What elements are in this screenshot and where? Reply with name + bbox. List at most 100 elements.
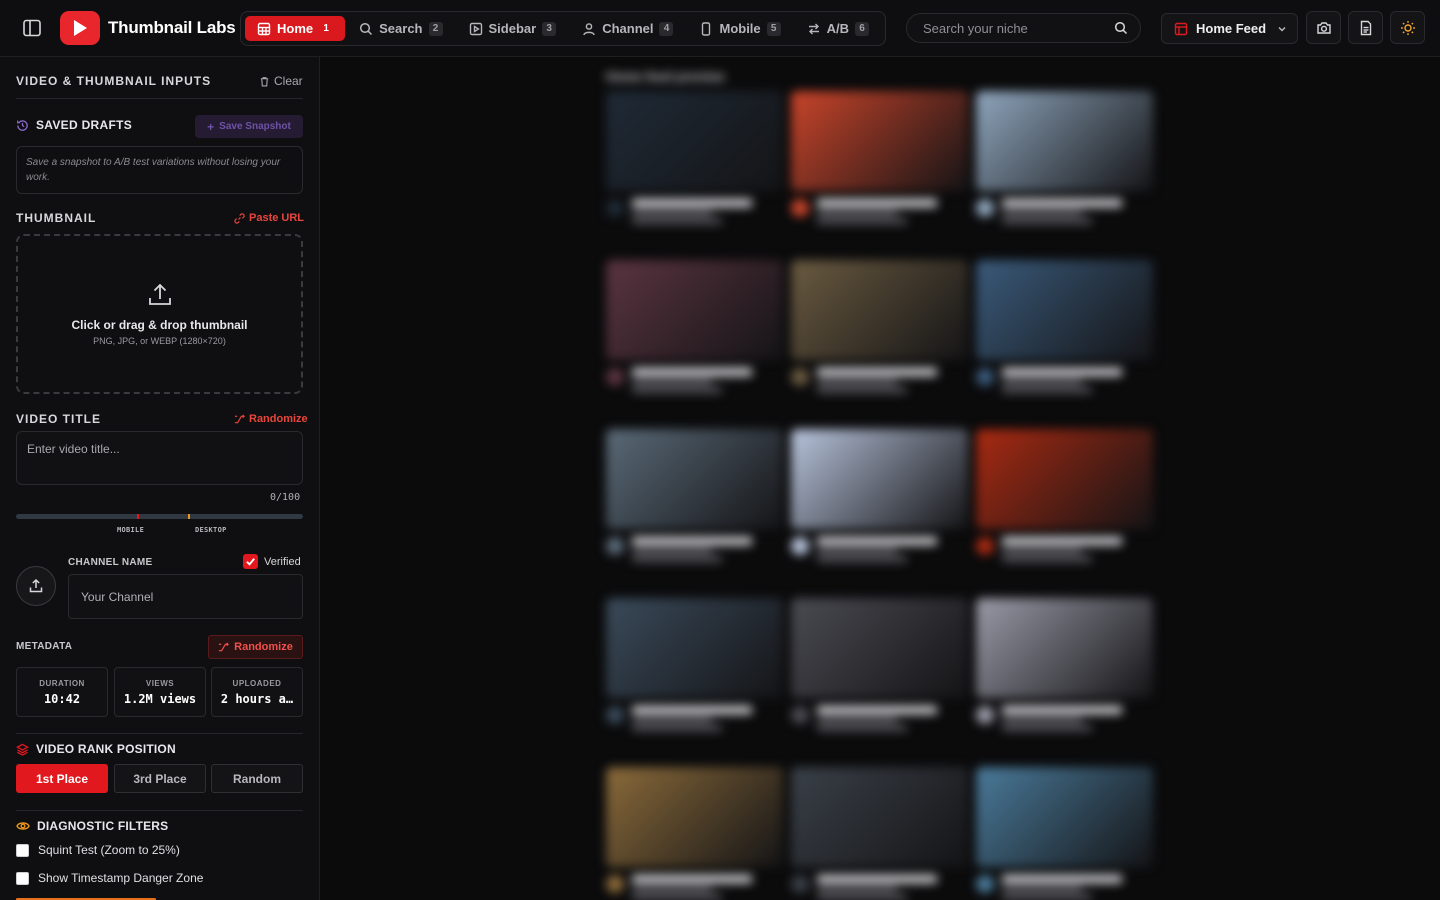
feed-thumbnail[interactable] — [791, 767, 968, 867]
timestamp-danger-option[interactable]: Show Timestamp Danger Zone — [16, 871, 203, 885]
rank-first-button[interactable]: 1st Place — [16, 764, 108, 793]
search-icon — [360, 22, 373, 35]
feed-thumbnail[interactable] — [606, 598, 783, 698]
tab-ab[interactable]: A/B 6 — [795, 16, 881, 41]
feed-channel-avatar[interactable] — [606, 706, 624, 724]
verified-label: Verified — [264, 555, 301, 568]
feed-text-placeholder — [817, 556, 907, 562]
channel-name-input[interactable] — [68, 574, 303, 619]
tab-mobile[interactable]: Mobile 5 — [687, 16, 792, 41]
feed-video-card[interactable] — [791, 767, 968, 900]
feed-thumbnail[interactable] — [976, 429, 1153, 529]
paste-url-button[interactable]: Paste URL — [234, 212, 304, 224]
tab-sidebar[interactable]: Sidebar 3 — [457, 16, 569, 41]
feed-channel-avatar[interactable] — [791, 875, 809, 893]
feed-thumbnail[interactable] — [976, 260, 1153, 360]
verified-toggle[interactable]: Verified — [243, 554, 301, 569]
feed-video-card[interactable] — [606, 598, 783, 767]
feed-channel-avatar[interactable] — [976, 368, 994, 386]
feed-channel-avatar[interactable] — [791, 537, 809, 555]
inputs-panel: Video & Thumbnail Inputs Clear Saved Dra… — [0, 57, 320, 900]
title-length-track — [16, 514, 303, 519]
feed-channel-avatar[interactable] — [606, 875, 624, 893]
feed-card-text — [632, 199, 783, 224]
blurred-feed: Home feed preview — [606, 69, 1166, 900]
feed-channel-avatar[interactable] — [976, 537, 994, 555]
feed-channel-avatar[interactable] — [791, 706, 809, 724]
timestamp-danger-checkbox[interactable] — [16, 871, 29, 885]
feed-channel-avatar[interactable] — [791, 368, 809, 386]
rank-third-button[interactable]: 3rd Place — [114, 764, 206, 793]
video-title-input[interactable] — [16, 431, 303, 485]
thumbnail-dropzone[interactable]: Click or drag & drop thumbnail PNG, JPG,… — [16, 234, 303, 394]
feed-card-text — [817, 706, 968, 731]
squint-test-option[interactable]: Squint Test (Zoom to 25%) — [16, 843, 180, 857]
feed-text-placeholder — [632, 875, 752, 883]
feed-video-card[interactable] — [606, 91, 783, 260]
feed-card-meta — [606, 875, 783, 900]
feed-thumbnail[interactable] — [976, 598, 1153, 698]
feed-video-card[interactable] — [976, 767, 1153, 900]
verified-checkbox[interactable] — [243, 554, 258, 569]
clear-button[interactable]: Clear — [259, 74, 303, 88]
feed-video-card[interactable] — [606, 260, 783, 429]
feed-video-card[interactable] — [976, 429, 1153, 598]
sidebar-toggle-icon[interactable] — [20, 16, 44, 40]
randomize-title-button[interactable]: Randomize — [234, 413, 308, 425]
feed-channel-avatar[interactable] — [606, 368, 624, 386]
feed-video-card[interactable] — [976, 598, 1153, 767]
feed-thumbnail[interactable] — [976, 91, 1153, 191]
play-logo-icon — [60, 11, 100, 45]
feed-text-placeholder — [1002, 199, 1122, 207]
feed-video-card[interactable] — [791, 91, 968, 260]
feed-channel-avatar[interactable] — [976, 706, 994, 724]
feed-thumbnail[interactable] — [606, 260, 783, 360]
report-button[interactable] — [1348, 11, 1383, 44]
feed-thumbnail[interactable] — [791, 91, 968, 191]
feed-thumbnail[interactable] — [606, 91, 783, 191]
tab-home[interactable]: Home 1 — [245, 16, 346, 41]
rank-random-button[interactable]: Random — [211, 764, 303, 793]
grid-icon — [257, 22, 271, 35]
channel-avatar-upload[interactable] — [16, 566, 56, 606]
feed-channel-avatar[interactable] — [976, 199, 994, 217]
feed-video-card[interactable] — [791, 429, 968, 598]
feed-text-placeholder — [1002, 548, 1082, 554]
feed-thumbnail[interactable] — [606, 429, 783, 529]
feed-video-card[interactable] — [976, 260, 1153, 429]
feed-video-card[interactable] — [976, 91, 1153, 260]
squint-test-checkbox[interactable] — [16, 843, 29, 857]
screenshot-button[interactable] — [1306, 11, 1341, 44]
randomize-metadata-button[interactable]: Randomize — [208, 635, 303, 659]
top-bar: Thumbnail Labs Home 1 Search 2 Sidebar 3… — [0, 0, 1440, 57]
tab-label: Channel — [602, 21, 654, 36]
tab-channel[interactable]: Channel 4 — [570, 16, 685, 41]
feed-video-card[interactable] — [606, 767, 783, 900]
view-select[interactable]: Home Feed — [1161, 13, 1298, 44]
feed-thumbnail[interactable] — [791, 598, 968, 698]
feed-thumbnail[interactable] — [976, 767, 1153, 867]
plus-icon: + — [207, 119, 215, 134]
feed-thumbnail[interactable] — [791, 260, 968, 360]
feed-thumbnail[interactable] — [791, 429, 968, 529]
theme-toggle-button[interactable] — [1390, 11, 1425, 44]
feed-channel-avatar[interactable] — [606, 199, 624, 217]
save-snapshot-button[interactable]: + Save Snapshot — [195, 115, 303, 138]
search-input[interactable] — [923, 20, 1114, 36]
feed-video-card[interactable] — [791, 260, 968, 429]
views-field[interactable]: VIEWS 1.2M views — [114, 667, 206, 717]
uploaded-field[interactable]: UPLOADED 2 hours a… — [211, 667, 303, 717]
feed-video-card[interactable] — [791, 598, 968, 767]
feed-text-placeholder — [817, 548, 897, 554]
duration-field[interactable]: DURATION 10:42 — [16, 667, 108, 717]
search-icon[interactable] — [1114, 21, 1128, 35]
feed-channel-avatar[interactable] — [791, 199, 809, 217]
feed-channel-avatar[interactable] — [606, 537, 624, 555]
feed-channel-avatar[interactable] — [976, 875, 994, 893]
feed-text-placeholder — [632, 537, 752, 545]
tab-search[interactable]: Search 2 — [347, 16, 454, 41]
feed-video-card[interactable] — [606, 429, 783, 598]
app-logo[interactable]: Thumbnail Labs — [60, 11, 236, 45]
feed-text-placeholder — [817, 387, 907, 393]
feed-thumbnail[interactable] — [606, 767, 783, 867]
